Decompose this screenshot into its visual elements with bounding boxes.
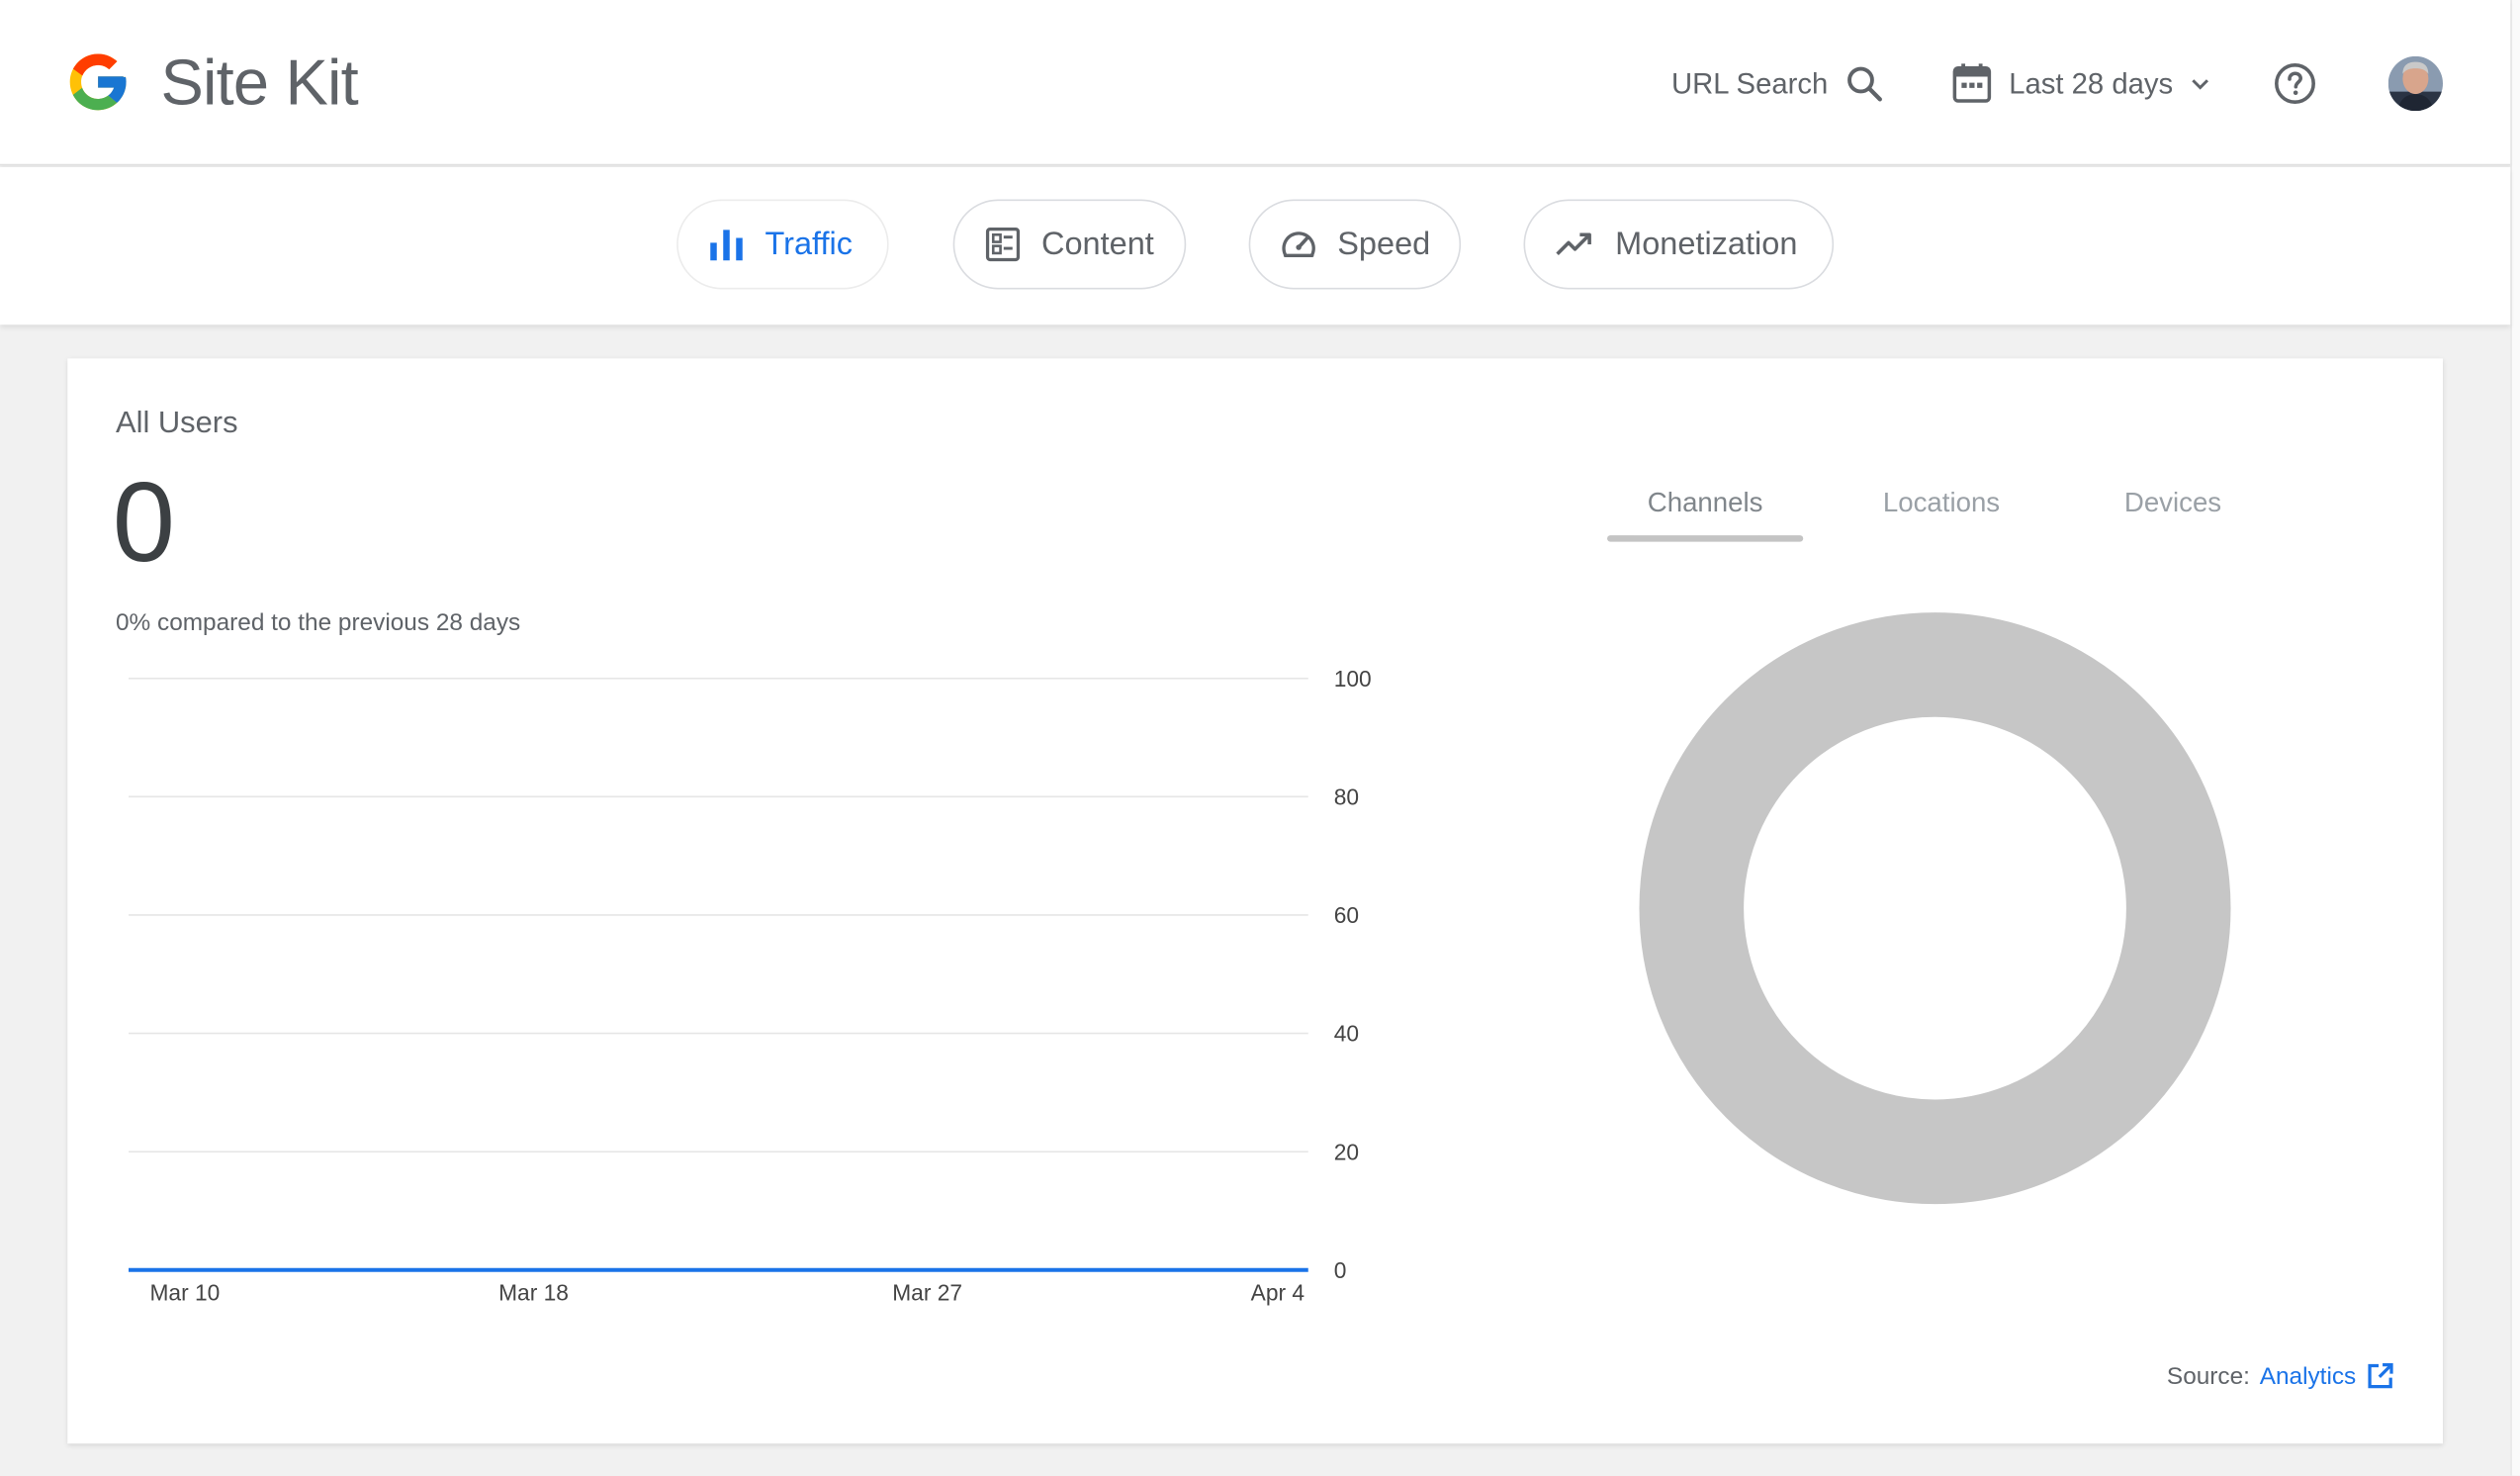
x-tick-label: Mar 27	[892, 1280, 962, 1306]
tab-traffic-label: Traffic	[765, 226, 853, 262]
speedometer-icon	[1282, 231, 1315, 257]
right-edge-strip	[2510, 0, 2520, 1476]
tab-traffic[interactable]: Traffic	[676, 199, 889, 290]
analytics-source-link[interactable]: Analytics	[2260, 1362, 2357, 1390]
all-users-card: All Users 0 0% compared to the previous …	[67, 358, 2443, 1444]
user-avatar[interactable]	[2387, 55, 2443, 112]
users-line-chart: 0 20 40 60 80 100 Mar 10 Mar 18 Mar 27 Apr 4	[129, 666, 1372, 1306]
y-tick-label: 80	[1334, 784, 1359, 809]
tab-speed-label: Speed	[1337, 226, 1431, 262]
search-icon	[1847, 66, 1883, 102]
y-tick-label: 20	[1334, 1139, 1359, 1164]
active-tab-indicator	[1607, 535, 1804, 542]
comparison-text: 0% compared to the previous 28 days	[116, 608, 521, 637]
bar-chart-icon	[710, 230, 743, 261]
url-search-button[interactable]: URL Search	[1671, 58, 1886, 110]
tab-devices[interactable]: Devices	[2093, 474, 2254, 538]
tab-speed[interactable]: Speed	[1248, 199, 1462, 290]
external-link-icon[interactable]	[2366, 1361, 2394, 1390]
dimension-tabs: Channels Locations Devices	[1607, 474, 2283, 545]
x-tick-label: Apr 4	[1251, 1280, 1305, 1306]
calendar-icon	[1952, 63, 1992, 103]
date-range-label: Last 28 days	[2009, 66, 2174, 99]
trending-up-icon	[1556, 232, 1591, 256]
source-attribution: Source: Analytics	[2167, 1361, 2394, 1390]
dashboard-navigation: Traffic Content Speed Monetization	[0, 167, 2511, 325]
donut-slice	[1639, 612, 2231, 1205]
url-search-label: URL Search	[1671, 66, 1829, 99]
google-g-logo-icon	[69, 53, 127, 111]
tab-channels[interactable]: Channels	[1607, 474, 1803, 538]
y-tick-label: 100	[1334, 666, 1372, 692]
tab-monetization-label: Monetization	[1615, 226, 1798, 262]
tab-content[interactable]: Content	[952, 199, 1187, 290]
y-tick-label: 40	[1334, 1021, 1359, 1047]
avatar-image	[2387, 55, 2443, 112]
app-name: Site Kit	[160, 47, 359, 120]
y-tick-label: 0	[1334, 1257, 1347, 1283]
site-header: Site Kit URL Search Last 28 days	[0, 0, 2511, 166]
x-tick-label: Mar 18	[498, 1280, 569, 1306]
tab-content-label: Content	[1041, 226, 1154, 262]
chevron-down-icon	[2192, 79, 2209, 90]
users-count: 0	[112, 459, 176, 586]
date-range-selector[interactable]: Last 28 days	[1951, 58, 2211, 110]
y-tick-label: 60	[1334, 902, 1359, 928]
source-label: Source:	[2166, 1362, 2250, 1390]
help-icon[interactable]	[2273, 61, 2318, 107]
tab-monetization[interactable]: Monetization	[1523, 199, 1835, 290]
channels-donut-chart	[1639, 612, 2231, 1205]
article-icon	[985, 227, 1021, 262]
card-title: All Users	[116, 407, 238, 441]
tab-locations[interactable]: Locations	[1851, 474, 2031, 538]
x-tick-label: Mar 10	[149, 1280, 220, 1306]
